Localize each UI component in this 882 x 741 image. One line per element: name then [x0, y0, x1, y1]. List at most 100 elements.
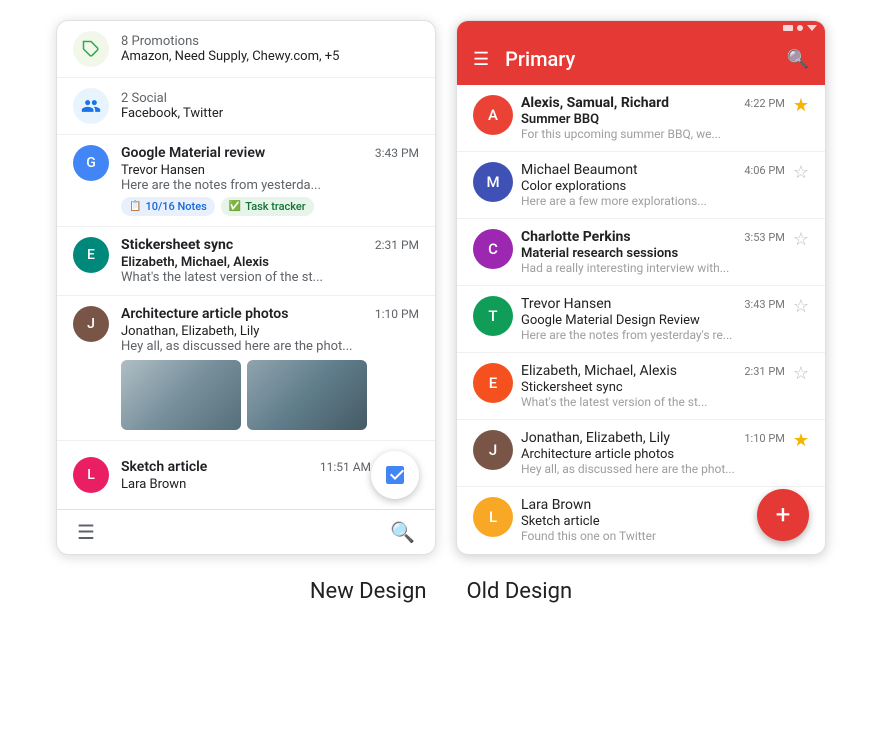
avatar-sketch-new: L [73, 457, 109, 493]
old-email-row-trevor[interactable]: T Trevor Hansen 3:43 PM Google Material … [457, 286, 825, 353]
sender-material: Google Material review [121, 145, 265, 161]
old-preview-charlotte: Had a really interesting interview with.… [521, 261, 785, 275]
old-preview-lara: Found this one on Twitter [521, 529, 785, 543]
old-email-row-michael[interactable]: M Michael Beaumont 4:06 PM Color explora… [457, 152, 825, 219]
avatar-architecture: J [73, 306, 109, 342]
star-alexis[interactable]: ★ [793, 95, 809, 116]
old-preview-alexis: For this upcoming summer BBQ, we... [521, 127, 785, 141]
old-avatar-lara: L [473, 497, 513, 537]
chip-tasks-label: Task tracker [245, 200, 306, 213]
old-avatar-michael: M [473, 162, 513, 202]
chip-notes-label: 10/16 Notes [145, 200, 206, 213]
old-sender-trevor: Trevor Hansen [521, 296, 611, 312]
promotions-text: 8 Promotions Amazon, Need Supply, Chewy.… [121, 34, 339, 64]
thumb-building1 [121, 360, 241, 430]
sender-architecture: Architecture article photos [121, 306, 288, 322]
old-email-body-jonathan: Jonathan, Elizabeth, Lily 1:10 PM Archit… [513, 430, 793, 476]
search-icon-old[interactable]: 🔍 [787, 49, 809, 70]
old-subject-jonathan: Architecture article photos [521, 447, 785, 462]
chip-tasks[interactable]: ✅ Task tracker [221, 197, 314, 216]
old-sender-michael: Michael Beaumont [521, 162, 638, 178]
old-time-jonathan: 1:10 PM [744, 432, 784, 445]
old-time-trevor: 3:43 PM [744, 298, 784, 311]
old-design-label: Old Design [467, 579, 573, 604]
star-trevor[interactable]: ☆ [793, 296, 809, 317]
email-body-architecture: Architecture article photos 1:10 PM Jona… [121, 306, 419, 430]
search-icon-new[interactable]: 🔍 [390, 520, 415, 544]
star-jonathan[interactable]: ★ [793, 430, 809, 451]
subject-architecture: Jonathan, Elizabeth, Lily [121, 324, 419, 339]
old-subject-charlotte: Material research sessions [521, 246, 785, 261]
email-body-material: Google Material review 3:43 PM Trevor Ha… [121, 145, 419, 216]
old-preview-elizabeth: What's the latest version of the st... [521, 395, 785, 409]
old-email-body-elizabeth: Elizabeth, Michael, Alexis 2:31 PM Stick… [513, 363, 793, 409]
old-email-row-jonathan[interactable]: J Jonathan, Elizabeth, Lily 1:10 PM Arch… [457, 420, 825, 487]
old-content: A Alexis, Samual, Richard 4:22 PM Summer… [457, 85, 825, 553]
preview-material: Here are the notes from yesterda... [121, 178, 419, 193]
old-avatar-charlotte: C [473, 229, 513, 269]
sender-sticker: Stickersheet sync [121, 237, 233, 253]
avatar-sticker: E [73, 237, 109, 273]
old-email-row-alexis[interactable]: A Alexis, Samual, Richard 4:22 PM Summer… [457, 85, 825, 152]
old-subject-elizabeth: Stickersheet sync [521, 380, 785, 395]
old-avatar-elizabeth: E [473, 363, 513, 403]
bottom-bar-new: ☰ 🔍 [57, 509, 435, 554]
status-bar [457, 21, 825, 33]
promotions-icon [73, 31, 109, 67]
social-row[interactable]: 2 Social Facebook, Twitter [57, 78, 435, 135]
email-body-sticker: Stickersheet sync 2:31 PM Elizabeth, Mic… [121, 237, 419, 285]
architecture-thumbnails [121, 360, 419, 430]
time-sketch-new: 11:51 AM [320, 460, 371, 474]
promotions-row[interactable]: 8 Promotions Amazon, Need Supply, Chewy.… [57, 21, 435, 78]
old-preview-jonathan: Hey all, as discussed here are the phot.… [521, 462, 785, 476]
social-count: 2 Social [121, 91, 223, 106]
email-row-material[interactable]: G Google Material review 3:43 PM Trevor … [57, 135, 435, 227]
old-sender-lara: Lara Brown [521, 497, 591, 513]
menu-icon-new[interactable]: ☰ [77, 520, 95, 544]
star-elizabeth[interactable]: ☆ [793, 363, 809, 384]
header-title-old: Primary [505, 47, 575, 71]
old-avatar-jonathan: J [473, 430, 513, 470]
old-design-phone: ☰ Primary 🔍 A Alexis, Samual, Richard 4:… [456, 20, 826, 555]
social-text: 2 Social Facebook, Twitter [121, 91, 223, 121]
email-row-sketch-new[interactable]: L Sketch article 11:51 AM Lara Brown [57, 441, 435, 509]
old-subject-michael: Color explorations [521, 179, 785, 194]
preview-architecture: Hey all, as discussed here are the phot.… [121, 339, 419, 354]
sender-sketch-new: Sketch article [121, 459, 207, 475]
avatar-material: G [73, 145, 109, 181]
promotions-count: 8 Promotions [121, 34, 339, 49]
comparison-container: 8 Promotions Amazon, Need Supply, Chewy.… [20, 20, 862, 555]
old-header-left: ☰ Primary [473, 47, 575, 71]
fab-old-button[interactable]: + [757, 489, 809, 541]
time-architecture: 1:10 PM [375, 307, 419, 321]
fab-new-button[interactable] [371, 451, 419, 499]
time-sticker: 2:31 PM [375, 238, 419, 252]
menu-icon-old[interactable]: ☰ [473, 49, 489, 70]
old-subject-lara: Sketch article [521, 514, 785, 529]
time-material: 3:43 PM [375, 146, 419, 160]
old-email-body-alexis: Alexis, Samual, Richard 4:22 PM Summer B… [513, 95, 793, 141]
star-michael[interactable]: ☆ [793, 162, 809, 183]
email-row-sticker[interactable]: E Stickersheet sync 2:31 PM Elizabeth, M… [57, 227, 435, 296]
promotions-senders: Amazon, Need Supply, Chewy.com, +5 [121, 49, 339, 64]
old-sender-jonathan: Jonathan, Elizabeth, Lily [521, 430, 670, 446]
new-design-phone: 8 Promotions Amazon, Need Supply, Chewy.… [56, 20, 436, 555]
email-body-sketch-new: Sketch article 11:51 AM Lara Brown [121, 459, 371, 492]
email-row-architecture[interactable]: J Architecture article photos 1:10 PM Jo… [57, 296, 435, 441]
labels-row: New Design Old Design [310, 579, 572, 604]
old-email-body-michael: Michael Beaumont 4:06 PM Color explorati… [513, 162, 793, 208]
old-email-row-elizabeth[interactable]: E Elizabeth, Michael, Alexis 2:31 PM Sti… [457, 353, 825, 420]
new-design-label: New Design [310, 579, 427, 604]
old-subject-alexis: Summer BBQ [521, 112, 785, 127]
old-sender-elizabeth: Elizabeth, Michael, Alexis [521, 363, 677, 379]
old-email-body-trevor: Trevor Hansen 3:43 PM Google Material De… [513, 296, 793, 342]
star-charlotte[interactable]: ☆ [793, 229, 809, 250]
thumb-building2 [247, 360, 367, 430]
old-preview-michael: Here are a few more explorations... [521, 194, 785, 208]
fab-new-container [371, 451, 419, 499]
social-senders: Facebook, Twitter [121, 106, 223, 121]
old-email-body-charlotte: Charlotte Perkins 3:53 PM Material resea… [513, 229, 793, 275]
old-email-row-charlotte[interactable]: C Charlotte Perkins 3:53 PM Material res… [457, 219, 825, 286]
chip-notes[interactable]: 📋 10/16 Notes [121, 197, 215, 216]
old-avatar-trevor: T [473, 296, 513, 336]
